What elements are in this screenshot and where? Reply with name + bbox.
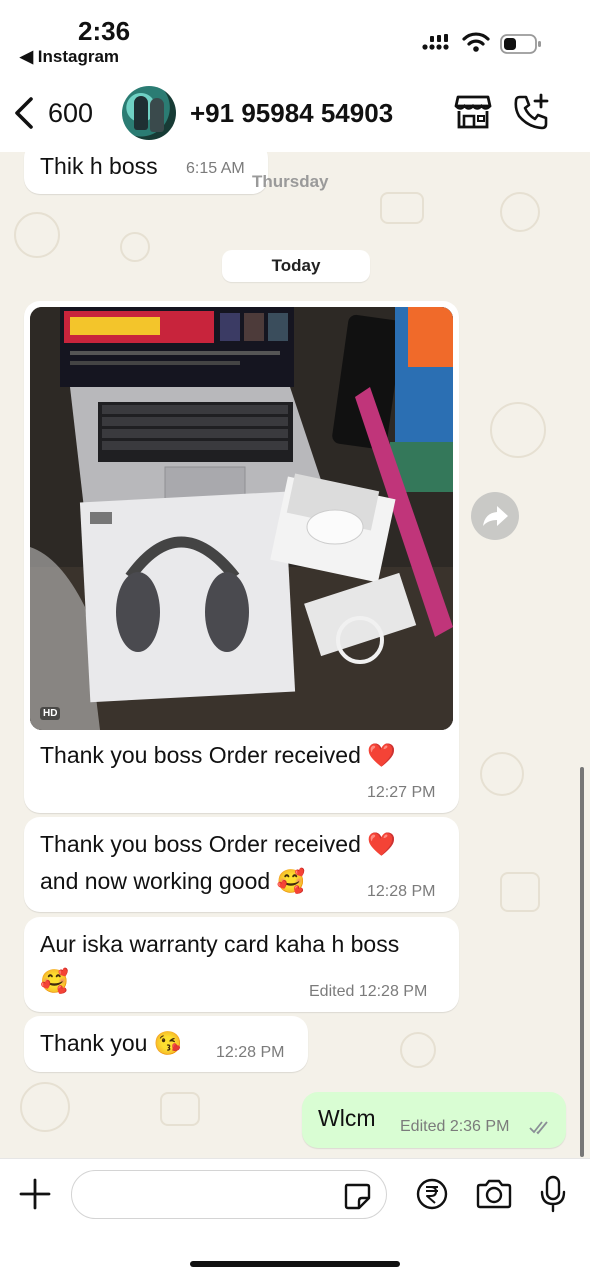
message-time: 12:28 PM [367, 883, 436, 900]
message-text: Thik h boss [40, 153, 158, 179]
date-pill-today: Today [222, 250, 370, 282]
message-time: 6:15 AM [186, 160, 245, 177]
message-time: 12:27 PM [367, 784, 436, 801]
message-text: Wlcm [318, 1105, 376, 1131]
message-text: Aur iska warranty card kaha h boss [40, 931, 400, 957]
mic-icon[interactable] [540, 1175, 566, 1213]
message-text: 🥰 [40, 968, 69, 994]
message-bubble-incoming[interactable]: Aur iska warranty card kaha h boss 🥰 Edi… [24, 917, 459, 1012]
add-call-icon[interactable] [512, 92, 552, 132]
message-bubble-incoming[interactable]: Thank you 😘 12:28 PM [24, 1016, 308, 1072]
camera-icon[interactable] [475, 1179, 513, 1209]
chat-area[interactable]: Thik h boss 6:15 AM Thursday Today HD Th… [0, 152, 590, 1158]
chat-header: 600 +91 95984 54903 [0, 72, 590, 152]
message-text: Thank you boss Order received ❤️ [40, 831, 396, 857]
chat-scrollbar[interactable] [580, 767, 584, 1157]
contact-avatar[interactable] [122, 86, 176, 140]
message-text: and now working good 🥰 [40, 868, 306, 894]
message-bubble-incoming[interactable]: Thik h boss 6:15 AM [24, 152, 268, 194]
plus-icon[interactable] [18, 1177, 52, 1211]
sticker-icon[interactable] [342, 1181, 372, 1211]
store-icon[interactable] [454, 94, 492, 130]
forward-icon [483, 506, 508, 526]
chevron-left-icon[interactable] [12, 96, 36, 130]
signal-icon [422, 34, 449, 50]
read-ticks-icon [529, 1121, 548, 1135]
message-edited-time: Edited 12:28 PM [309, 983, 428, 1000]
home-indicator[interactable] [190, 1261, 400, 1267]
message-input[interactable] [71, 1170, 387, 1219]
wifi-icon [462, 32, 490, 52]
message-time: 12:28 PM [216, 1044, 285, 1061]
hd-badge: HD [40, 707, 61, 720]
date-label-thursday: Thursday [252, 172, 329, 191]
message-text: Thank you boss Order received ❤️ [40, 742, 396, 768]
battery-icon [500, 34, 541, 54]
contact-name[interactable]: +91 95984 54903 [190, 98, 393, 129]
back-to-instagram-link[interactable]: ◀ Instagram [20, 47, 119, 67]
message-bubble-incoming[interactable]: Thank you boss Order received ❤️ and now… [24, 817, 459, 912]
status-bar: 2:36 ◀ Instagram [0, 0, 590, 72]
message-bubble-outgoing[interactable]: Wlcm Edited 2:36 PM [302, 1092, 566, 1148]
message-text: Thank you 😘 [40, 1030, 183, 1056]
message-edited-time: Edited 2:36 PM [400, 1118, 510, 1135]
forward-button[interactable] [471, 492, 519, 540]
rupee-icon[interactable] [416, 1178, 448, 1210]
unread-chats-count[interactable]: 600 [48, 98, 93, 129]
message-photo[interactable]: HD [30, 307, 453, 730]
status-time: 2:36 [78, 16, 131, 46]
